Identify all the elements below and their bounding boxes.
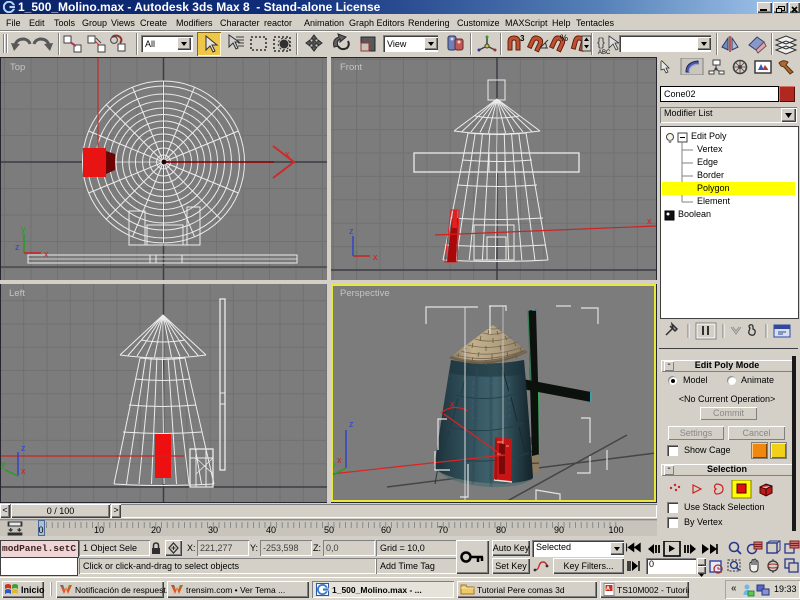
svg-text:x: x [21, 466, 26, 476]
svg-text:z: z [15, 242, 20, 252]
svg-text:x: x [285, 149, 290, 159]
svg-text:x: x [44, 249, 49, 259]
svg-text:y: y [21, 224, 26, 234]
svg-text:Front: Front [340, 62, 363, 73]
svg-text:%: % [560, 33, 568, 43]
svg-text:z: z [349, 226, 354, 236]
svg-text:ABC: ABC [598, 50, 611, 55]
svg-text:A: A [606, 586, 610, 592]
svg-text:y: y [1, 459, 6, 469]
svg-text:Left: Left [9, 288, 25, 299]
svg-text:{}: {} [597, 35, 605, 49]
svg-text:3: 3 [520, 34, 525, 43]
svg-text:x: x [373, 252, 378, 262]
svg-text:Top: Top [10, 62, 25, 73]
svg-text:z: z [21, 443, 26, 453]
svg-text:x: x [647, 216, 652, 226]
